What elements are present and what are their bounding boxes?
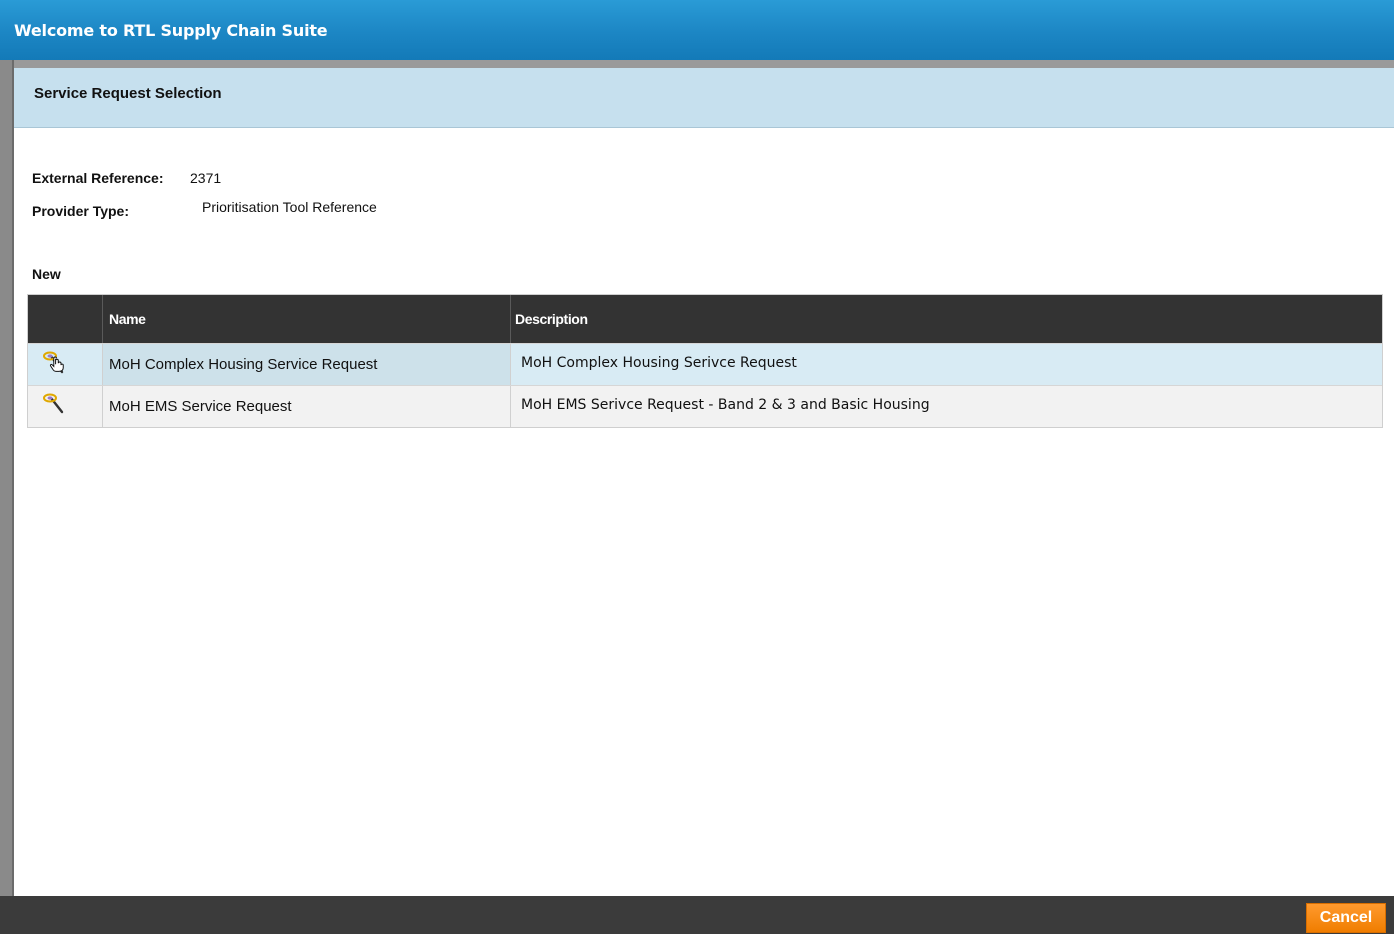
section-header: Service Request Selection — [14, 68, 1394, 128]
cancel-button[interactable]: Cancel — [1306, 903, 1386, 933]
title-bar[interactable]: Welcome to RTL Supply Chain Suite — [0, 0, 1394, 60]
row-name[interactable]: MoH Complex Housing Service Request — [103, 344, 511, 385]
row-icon-cell[interactable] — [28, 344, 103, 385]
section-title: Service Request Selection — [34, 85, 222, 102]
dialog-footer: Cancel — [0, 896, 1394, 934]
table-row[interactable]: MoH Complex Housing Service Request MoH … — [28, 343, 1382, 385]
new-section-heading: New — [32, 266, 61, 282]
external-reference-value: 2371 — [190, 170, 222, 186]
magic-wand-icon[interactable] — [42, 350, 68, 376]
grid-header-description[interactable]: Description — [511, 295, 1382, 343]
row-icon-cell[interactable] — [28, 386, 103, 427]
table-row[interactable]: MoH EMS Service Request MoH EMS Serivce … — [28, 385, 1382, 427]
provider-type-value: Prioritisation Tool Reference — [202, 199, 377, 215]
row-description[interactable]: MoH EMS Serivce Request - Band 2 & 3 and… — [511, 386, 1382, 427]
external-reference-row: External Reference: 2371 — [32, 170, 221, 186]
row-description[interactable]: MoH Complex Housing Serivce Request — [511, 344, 1382, 385]
row-name[interactable]: MoH EMS Service Request — [103, 386, 511, 427]
grid-header-icon-column — [28, 295, 103, 343]
provider-type-label: Provider Type: — [32, 203, 129, 219]
grid-header: Name Description — [28, 295, 1382, 343]
window-title: Welcome to RTL Supply Chain Suite — [14, 21, 328, 40]
dialog-window: Welcome to RTL Supply Chain Suite Servic… — [0, 0, 1394, 934]
external-reference-label: External Reference: — [32, 170, 164, 186]
provider-type-row: Provider Type: Prioritisation Tool Refere… — [32, 199, 377, 219]
grid-header-name[interactable]: Name — [103, 295, 511, 343]
frame-top-border — [0, 60, 1394, 68]
frame-left-border — [0, 60, 14, 896]
service-request-grid: Name Description MoH Complex Housing Ser… — [27, 294, 1383, 428]
magic-wand-icon[interactable] — [42, 392, 68, 418]
